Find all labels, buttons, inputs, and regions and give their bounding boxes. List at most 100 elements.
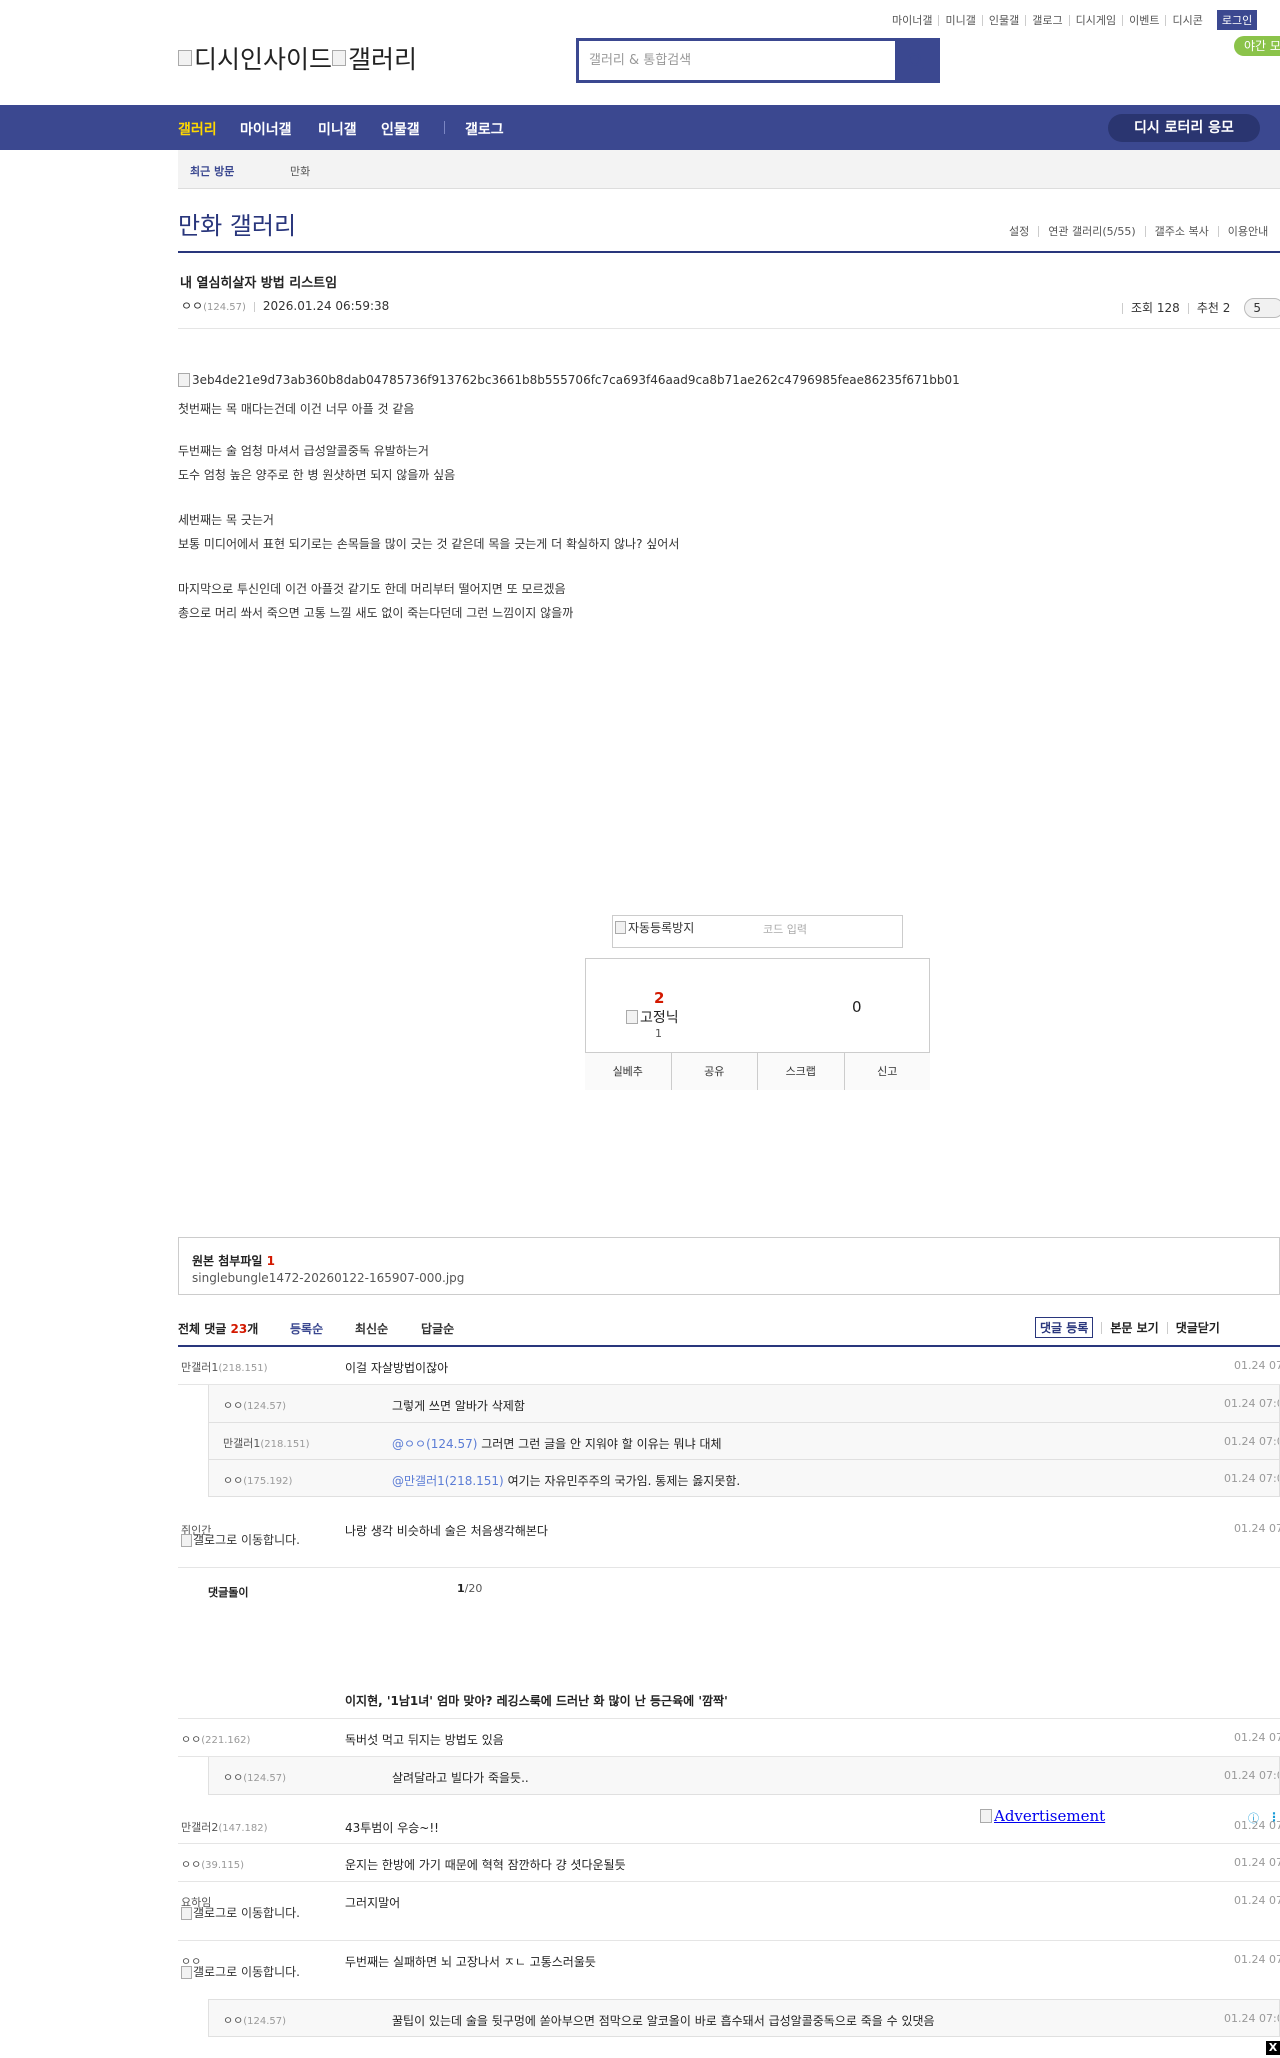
recommend-up-count: 2 — [654, 989, 665, 1007]
gallery-title[interactable]: 만화 갤러리 — [178, 206, 296, 241]
best-recommend-button[interactable]: 실베추 — [585, 1053, 671, 1090]
post-recommend: 추천 2 — [1187, 302, 1239, 314]
post-writer-nick[interactable]: ㅇㅇ — [181, 299, 203, 313]
top-link-minor[interactable]: 마이너갤 — [892, 15, 938, 26]
gallog-link[interactable]: 갤로그로 이동합니다. — [181, 1966, 311, 1979]
recent-visit-bar: 최근 방문 만화 — [178, 150, 1280, 189]
captcha-input[interactable] — [763, 923, 893, 936]
ad-article-link[interactable]: 이지현, '1남1녀' 엄마 맞아? 레깅스룩에 드러난 화 많이 난 등근육에… — [345, 1692, 728, 1709]
comment-date: 01.24 07:0 — [1234, 1953, 1280, 1966]
comment-text: 살려달라고 빌다가 죽을듯.. — [392, 1771, 529, 1785]
post-writer-ip: (124.57) — [203, 302, 246, 313]
nav-mini[interactable]: 미니갤 — [318, 119, 357, 139]
post-subject: 내 열심히살자 방법 리스트임 — [180, 276, 338, 291]
top-links: 마이너갤 미니갤 인물갤 갤로그 디시게임 이벤트 디시콘 로그인 — [892, 10, 1258, 30]
search-box — [576, 38, 940, 83]
sort-by-replies[interactable]: 답글순 — [421, 1320, 454, 1337]
gallog-link[interactable]: 갤로그로 이동합니다. — [181, 1907, 311, 1920]
share-button[interactable]: 공유 — [670, 1053, 757, 1090]
comment-nick-name: ㅇㅇ — [181, 1858, 202, 1871]
comment-nick-name: ㅇㅇ — [223, 1399, 244, 1412]
comment-text: 이걸 자살방법이잖아 — [345, 1361, 449, 1375]
title-divider — [178, 251, 1280, 253]
recommend-down-count: 0 — [852, 998, 862, 1016]
usage-guide-link[interactable]: 이용안내 — [1217, 226, 1277, 237]
fixed-nick-recommend-button[interactable]: 고정닉 — [626, 1007, 679, 1027]
comment-nick[interactable]: ㅇㅇ(124.57) — [223, 1397, 286, 1413]
comment-ip: (39.115) — [201, 1860, 245, 1871]
login-button[interactable]: 로그인 — [1216, 10, 1258, 30]
comment-nick[interactable]: ㅇㅇ(124.57) — [223, 2012, 286, 2028]
comment-nick-name: ㅇㅇ — [223, 2014, 244, 2027]
top-link-gallog[interactable]: 갤로그 — [1025, 14, 1068, 26]
comment-date: 01.24 07:0 — [1224, 1397, 1279, 1410]
close-comments-button[interactable]: 댓글닫기 — [1166, 1321, 1228, 1334]
nav-gallog[interactable]: 갤로그 — [465, 119, 504, 139]
search-input[interactable] — [579, 41, 895, 80]
top-link-person[interactable]: 인물갤 — [981, 14, 1025, 26]
comment-nick-name: ㅇㅇ — [181, 1733, 202, 1746]
post-body-line: 두번째는 술 엄청 마셔서 급성알콜중독 유발하는거 — [178, 444, 429, 458]
top-link-dccon[interactable]: 디시콘 — [1165, 14, 1208, 26]
gallog-link[interactable]: 갤로그로 이동합니다. — [181, 1534, 311, 1547]
scrap-button[interactable]: 스크랩 — [757, 1053, 844, 1090]
comment-mention[interactable]: @만갤러1(218.151) — [392, 1474, 504, 1488]
attachment-box: 원본 첨부파일 1 singlebungle1472-20260122-1659… — [178, 1237, 1280, 1295]
post-body-line: 세번째는 목 긋는거 — [178, 513, 274, 527]
comment-count-badge[interactable]: 5 — [1244, 298, 1280, 318]
comment-text-body: 여기는 자유민주주의 국가임. 통제는 옳지못함. — [503, 1474, 741, 1488]
sort-by-latest[interactable]: 최신순 — [355, 1320, 388, 1337]
comment-text: @ㅇㅇ(124.57) 그러면 그런 글을 안 지워야 할 이유는 뭐냐 대체 — [392, 1435, 722, 1452]
sort-by-registered[interactable]: 등록순 — [290, 1320, 323, 1337]
comment-date: 01.24 07:0 — [1224, 1769, 1279, 1782]
view-post-button[interactable]: 본문 보기 — [1101, 1321, 1166, 1334]
related-gallery-link[interactable]: 연관 갤러리(5/55) — [1038, 226, 1144, 237]
fixed-nick-count: 1 — [655, 1027, 662, 1040]
comment-text: 나랑 생각 비슷하네 술은 처음생각해본다 — [345, 1524, 548, 1538]
comment-register-button[interactable]: 댓글 등록 — [1035, 1317, 1094, 1338]
attachment-file-link[interactable]: singlebungle1472-20260122-165907-000.jpg — [192, 1271, 464, 1285]
comment-total-label: 전체 댓글 — [178, 1322, 227, 1336]
comment-nick[interactable]: 만갤러1(218.151) — [223, 1435, 310, 1451]
comment-mention[interactable]: @ㅇㅇ(124.57) — [392, 1437, 477, 1451]
lottery-button[interactable]: 디시 로터리 응모 — [1108, 114, 1260, 142]
top-link-event[interactable]: 이벤트 — [1122, 14, 1165, 26]
post-views: 조회 128 — [1122, 302, 1188, 314]
comment-nick[interactable]: ㅇㅇ(124.57) — [223, 1769, 286, 1785]
search-button[interactable] — [895, 41, 937, 80]
comment-nick-name: 만갤러1 — [223, 1437, 261, 1450]
night-mode-button[interactable]: 야간 모드 — [1234, 36, 1280, 56]
gallog-link-alt: 갤로그로 이동합니다. — [193, 1965, 300, 1979]
comment-nick[interactable]: ㅇㅇ(175.192) — [223, 1472, 292, 1488]
comment-nick[interactable]: 만갤러2(147.182) — [181, 1819, 268, 1835]
nav-gallery[interactable]: 갤러리 — [178, 119, 217, 139]
advertisement-link[interactable]: Advertisement — [980, 1807, 1105, 1825]
comment-text-body: 그러면 그런 글을 안 지워야 할 이유는 뭐냐 대체 — [477, 1437, 722, 1451]
comment-total-unit: 개 — [247, 1322, 259, 1336]
comment-text: 꿀팁이 있는데 술을 뒷구멍에 쏟아부으면 점막으로 알코올이 바로 흡수돼서 … — [392, 2014, 935, 2028]
comment-date: 01.24 07:0 — [1234, 1522, 1280, 1535]
recent-visit-item[interactable]: 만화 — [290, 163, 310, 179]
ad-close-button[interactable]: X — [1266, 2041, 1280, 2055]
nav-person[interactable]: 인물갤 — [381, 119, 420, 139]
post-body-line: 총으로 머리 쏴서 죽으면 고통 느낄 새도 없이 죽는다던데 그런 느낌이지 … — [178, 606, 574, 620]
search-icon — [908, 52, 924, 69]
comment-text: 그렇게 쓰면 알바가 삭제함 — [392, 1399, 525, 1413]
report-button[interactable]: 신고 — [843, 1053, 930, 1090]
ad-info-icon[interactable]: ⓘ — [1248, 1810, 1259, 1826]
comment-ip: (175.192) — [243, 1476, 293, 1487]
top-link-dcgame[interactable]: 디시게임 — [1068, 14, 1122, 26]
comment-nick[interactable]: ㅇㅇ(221.162) — [181, 1731, 250, 1747]
nav-minor[interactable]: 마이너갤 — [240, 119, 292, 139]
top-link-mini[interactable]: 미니갤 — [938, 14, 981, 26]
copy-address-link[interactable]: 갤주소 복사 — [1144, 226, 1218, 237]
recommend-box: 2 고정닉 1 0 실베추 공유 스크랩 신고 — [585, 958, 930, 1090]
site-logo[interactable]: 디시인사이드 갤러리 — [178, 40, 417, 76]
settings-link[interactable]: 설정 — [1000, 226, 1038, 237]
dccon-page: 1/20 — [457, 1582, 482, 1595]
comment-text: @만갤러1(218.151) 여기는 자유민주주의 국가임. 통제는 옳지못함. — [392, 1472, 740, 1489]
comment-nick[interactable]: 만갤러1(218.151) — [181, 1359, 268, 1375]
comment-nick[interactable]: ㅇㅇ(39.115) — [181, 1856, 244, 1872]
gallog-link-alt: 갤로그로 이동합니다. — [193, 1533, 300, 1547]
ad-more-icon[interactable]: ⋮ — [1268, 1810, 1280, 1824]
